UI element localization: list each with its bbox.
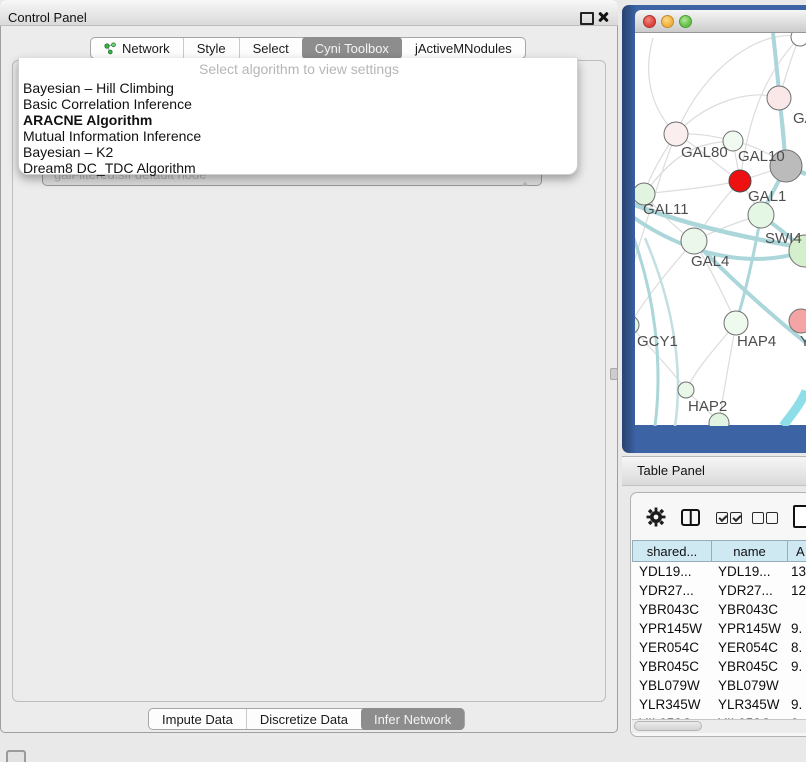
table-cell[interactable]: YBR043C bbox=[639, 602, 699, 617]
algorithm-option[interactable]: Basic Correlation Inference bbox=[23, 96, 573, 112]
table-settings-gear-icon[interactable] bbox=[645, 505, 667, 529]
node-label: HAP2 bbox=[688, 398, 727, 415]
deselect-all-icon[interactable] bbox=[752, 512, 764, 524]
document-icon[interactable] bbox=[793, 505, 806, 528]
mac-close-icon[interactable] bbox=[643, 15, 656, 28]
algorithm-option[interactable]: Bayesian – K2 bbox=[23, 144, 573, 160]
network-node[interactable] bbox=[635, 316, 639, 334]
tab-discretize-data[interactable]: Discretize Data bbox=[246, 709, 361, 729]
close-icon[interactable] bbox=[597, 11, 609, 23]
tab-style-label: Style bbox=[197, 41, 226, 56]
control-panel-titlebar bbox=[0, 0, 618, 26]
column-header-name[interactable]: name bbox=[711, 540, 788, 562]
network-canvas[interactable]: GAL80 GAL10 GAL GAL1 GAL11 SWI4 GAL4 GCY… bbox=[635, 33, 806, 425]
node-label: GAL bbox=[793, 110, 806, 127]
table-cell[interactable]: 9. bbox=[791, 621, 802, 636]
network-node[interactable] bbox=[724, 311, 748, 335]
column-header-label: A bbox=[796, 544, 805, 559]
panel-splitter-handle[interactable] bbox=[610, 368, 618, 380]
table-cell[interactable]: 13 bbox=[791, 564, 806, 579]
table-cell[interactable]: 12 bbox=[791, 583, 806, 598]
tab-cyni-toolbox-label: Cyni Toolbox bbox=[315, 41, 389, 56]
network-graph: GAL80 GAL10 GAL GAL1 GAL11 SWI4 GAL4 GCY… bbox=[635, 33, 806, 426]
table-cell[interactable]: YER054C bbox=[718, 640, 778, 655]
table-cell[interactable]: 8. bbox=[791, 640, 802, 655]
network-node[interactable] bbox=[748, 202, 774, 228]
table-panel-title: Table Panel bbox=[637, 463, 705, 478]
table-cell[interactable]: YDR27... bbox=[718, 583, 773, 598]
table-horizontal-scrollbar[interactable] bbox=[632, 719, 806, 733]
table-rows-viewport: YDL19... YDL19... 13 YDR27... YDR27... 1… bbox=[632, 562, 806, 719]
algorithm-dropdown-popup: Select algorithm to view settings Bayesi… bbox=[18, 58, 578, 175]
node-label: SWI4 bbox=[765, 230, 802, 247]
split-view-icon[interactable] bbox=[681, 509, 700, 526]
node-label: GAL4 bbox=[691, 253, 729, 270]
tab-impute-data[interactable]: Impute Data bbox=[149, 709, 246, 729]
node-label: GAL11 bbox=[643, 201, 689, 218]
bottom-tabbar: Impute Data Discretize Data Infer Networ… bbox=[148, 708, 465, 730]
node-label: Y bbox=[800, 333, 806, 350]
table-cell[interactable]: YBR045C bbox=[639, 659, 699, 674]
select-all-checked-icon[interactable] bbox=[716, 512, 728, 524]
node-label: HAP4 bbox=[737, 333, 776, 350]
tab-select-label: Select bbox=[253, 41, 289, 56]
table-cell[interactable]: YDL19... bbox=[639, 564, 692, 579]
popup-placeholder: Select algorithm to view settings bbox=[19, 61, 579, 77]
column-header-label: name bbox=[733, 544, 766, 559]
float-window-icon[interactable] bbox=[580, 12, 594, 25]
algorithm-option[interactable]: Mutual Information Inference bbox=[23, 128, 573, 144]
table-horizontal-scrollbar-thumb[interactable] bbox=[634, 721, 702, 731]
mac-zoom-icon[interactable] bbox=[679, 15, 692, 28]
deselect-all-icon[interactable] bbox=[766, 512, 778, 524]
node-label: GAL80 bbox=[681, 144, 728, 161]
tab-jactivemnodules-label: jActiveMNodules bbox=[415, 41, 512, 56]
table-cell[interactable]: 9. bbox=[791, 697, 802, 712]
table-cell[interactable]: YLR345W bbox=[718, 697, 780, 712]
table-cell[interactable]: YBR043C bbox=[718, 602, 778, 617]
tab-cyni-toolbox[interactable]: Cyni Toolbox bbox=[302, 37, 402, 59]
tab-infer-network[interactable]: Infer Network bbox=[361, 708, 464, 730]
table-cell[interactable]: YER054C bbox=[639, 640, 699, 655]
node-label: GCY1 bbox=[637, 333, 678, 350]
table-cell[interactable]: YPR145W bbox=[718, 621, 781, 636]
tab-impute-data-label: Impute Data bbox=[162, 712, 233, 727]
tab-discretize-data-label: Discretize Data bbox=[260, 712, 348, 727]
network-node[interactable] bbox=[678, 382, 694, 398]
algorithm-option[interactable]: Dream8 DC_TDC Algorithm bbox=[23, 160, 573, 176]
collapsed-panel-icon[interactable] bbox=[6, 750, 26, 762]
table-cell[interactable]: YBR045C bbox=[718, 659, 778, 674]
algorithm-option-selected[interactable]: ARACNE Algorithm bbox=[23, 112, 573, 128]
network-node[interactable] bbox=[681, 228, 707, 254]
control-panel-tabbar: Network Style Select Cyni Toolbox jActiv… bbox=[90, 37, 526, 59]
tab-jactivemnodules[interactable]: jActiveMNodules bbox=[402, 38, 525, 58]
node-label: GAL10 bbox=[738, 148, 785, 165]
column-header-label: shared... bbox=[647, 544, 698, 559]
table-cell[interactable]: YLR345W bbox=[639, 697, 701, 712]
tab-style[interactable]: Style bbox=[183, 38, 239, 58]
tab-network[interactable]: Network bbox=[91, 38, 183, 58]
column-header-third[interactable]: A bbox=[787, 540, 806, 562]
table-cell[interactable]: YBL079W bbox=[639, 678, 700, 693]
tab-infer-network-label: Infer Network bbox=[374, 712, 451, 727]
table-cell[interactable]: YPR145W bbox=[639, 621, 702, 636]
table-cell[interactable]: 9. bbox=[791, 659, 802, 674]
mac-minimize-icon[interactable] bbox=[661, 15, 674, 28]
tab-select[interactable]: Select bbox=[239, 38, 302, 58]
screen: Control Panel Network Style Select Cyni … bbox=[0, 0, 806, 762]
network-node[interactable] bbox=[767, 86, 791, 110]
control-panel-title: Control Panel bbox=[8, 10, 87, 25]
column-header-shared-name[interactable]: shared... bbox=[632, 540, 712, 562]
network-icon bbox=[104, 42, 117, 55]
table-cell[interactable]: YDL19... bbox=[718, 564, 771, 579]
node-label: GAL1 bbox=[748, 188, 786, 205]
network-node[interactable] bbox=[664, 122, 688, 146]
table-cell[interactable]: YDR27... bbox=[639, 583, 694, 598]
algorithm-option[interactable]: Bayesian – Hill Climbing bbox=[23, 80, 573, 96]
select-all-checked-icon[interactable] bbox=[730, 512, 742, 524]
tab-network-label: Network bbox=[122, 41, 170, 56]
table-cell[interactable]: YBL079W bbox=[718, 678, 779, 693]
